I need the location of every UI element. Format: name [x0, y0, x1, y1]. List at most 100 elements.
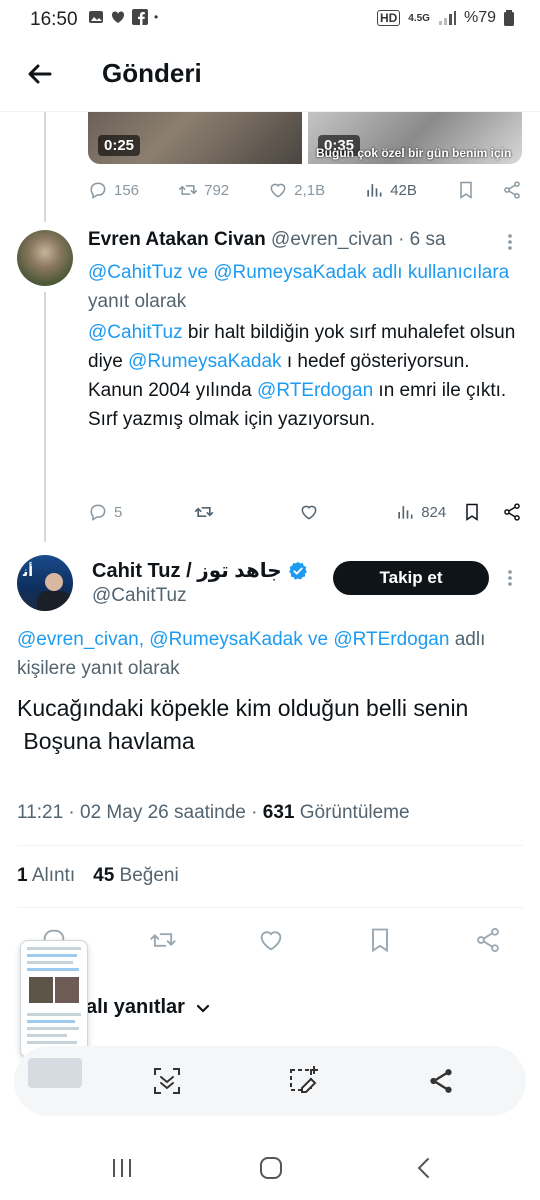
- retweet-icon: [179, 185, 198, 195]
- screenshot-toolbar: [14, 1046, 526, 1116]
- reply-count: 5: [114, 503, 123, 521]
- status-time: 16:50: [30, 9, 78, 30]
- views-count: 42B: [390, 181, 417, 199]
- reply-button[interactable]: 5: [88, 502, 178, 522]
- bookmark-icon: [460, 181, 472, 199]
- more-options-icon[interactable]: [504, 568, 516, 588]
- retweet-button[interactable]: 792: [178, 180, 229, 200]
- reply-icon: [90, 182, 106, 199]
- recent-apps-icon[interactable]: [110, 1156, 134, 1180]
- handle[interactable]: @CahitTuz: [92, 585, 187, 607]
- tweet-text: Sırf yazmış olmak için yazıyorsun.: [88, 409, 376, 430]
- facebook-icon: [132, 9, 148, 25]
- thread-line-reply: [44, 292, 46, 542]
- mention-link[interactable]: @RumeysaKadak: [128, 351, 281, 372]
- quote-label: Alıntı: [31, 865, 76, 886]
- replies-sort-label: alı yanıtlar: [86, 996, 185, 1018]
- bookmark-button[interactable]: [462, 502, 522, 522]
- like-button[interactable]: [299, 502, 379, 522]
- tweet-text: Kanun 2004 yılında: [88, 380, 252, 401]
- like-count: 2,1B: [294, 181, 326, 199]
- bookmark-icon: [466, 503, 478, 521]
- edit-crop-icon[interactable]: [288, 1064, 322, 1096]
- heart-icon[interactable]: [257, 926, 285, 954]
- follow-button[interactable]: Takip et: [333, 561, 489, 595]
- signal-icon: [438, 11, 456, 25]
- quote-stat[interactable]: 1 Alıntı: [17, 865, 75, 887]
- reply-tweet-header: Evren Atakan Civan @evren_civan · 6 sa: [88, 229, 528, 251]
- like-count: 45: [93, 865, 115, 886]
- mention-links[interactable]: @evren_civan, @RumeysaKadak ve @RTErdoga…: [17, 629, 449, 650]
- tweet-paragraph: @CahitTuz bir halt bildiğin yok sırf muh…: [88, 318, 520, 376]
- main-reply-context: @evren_civan, @RumeysaKadak ve @RTErdoga…: [17, 625, 527, 683]
- notification-icons: •: [88, 9, 158, 25]
- view-label: Görüntüleme: [299, 802, 410, 823]
- main-tweet-actions: [40, 926, 502, 954]
- avatar[interactable]: ﺃﻧ: [17, 555, 73, 611]
- retweet-icon: [194, 507, 213, 517]
- reply-count: 156: [114, 181, 140, 199]
- main-tweet-body: Kucağındaki köpekle kim olduğun belli se…: [17, 692, 507, 758]
- mention-link[interactable]: @CahitTuz: [88, 322, 183, 343]
- mention-link[interactable]: @CahitTuz: [88, 262, 183, 283]
- divider: [17, 845, 523, 846]
- reply-button[interactable]: 156: [88, 180, 139, 200]
- scroll-capture-icon[interactable]: [152, 1066, 182, 1096]
- time-ago: · 6 sa: [398, 229, 446, 250]
- bookmark-button[interactable]: [456, 180, 522, 200]
- handle[interactable]: @evren_civan: [271, 229, 393, 250]
- top-tweet-actions: 156 792 2,1B 42B: [88, 180, 522, 200]
- more-dot-icon: •: [154, 10, 159, 24]
- battery-icon: [504, 10, 514, 26]
- screenshot-preview-thumbnail[interactable]: [20, 940, 88, 1058]
- reply-tweet-body: @CahitTuz bir halt bildiğin yok sırf muh…: [88, 318, 520, 434]
- avatar[interactable]: [17, 230, 73, 286]
- preview-line: [27, 1013, 81, 1016]
- chevron-down-icon: [196, 1004, 210, 1013]
- views-button[interactable]: 824: [395, 502, 446, 522]
- tweet-paragraph: Kanun 2004 yılında @RTErdogan ın emri il…: [88, 376, 520, 405]
- page-title: Gönderi: [102, 58, 202, 88]
- replies-sort-header[interactable]: alı yanıtlar: [86, 996, 211, 1019]
- more-options-icon[interactable]: [504, 232, 516, 252]
- reply-context: @CahitTuz ve @RumeysaKadak adlı kullanıc…: [88, 258, 518, 316]
- share-icon[interactable]: [502, 502, 522, 522]
- like-label: Beğeni: [119, 865, 179, 886]
- thread-line-top: [44, 112, 46, 222]
- gallery-icon: [89, 11, 103, 23]
- avatar-person: [45, 573, 63, 591]
- preview-line: [27, 961, 73, 964]
- display-name[interactable]: Evren Atakan Civan: [88, 229, 266, 250]
- share-icon[interactable]: [426, 1066, 456, 1096]
- retweet-button[interactable]: [194, 502, 284, 522]
- tweet-text: Kucağındaki köpekle kim olduğun belli se…: [17, 695, 469, 721]
- preview-line: [27, 1020, 75, 1023]
- view-count: 631: [262, 802, 295, 823]
- main-tweet-author[interactable]: Cahit Tuz / جاهد توز: [92, 558, 308, 583]
- like-stat[interactable]: 45 Beğeni: [93, 865, 179, 887]
- retweet-count: 792: [204, 181, 230, 199]
- tweet-text: ın emri ile çıktı.: [378, 380, 507, 401]
- share-icon[interactable]: [502, 180, 522, 200]
- home-icon[interactable]: [259, 1156, 283, 1180]
- reply-icon: [90, 504, 106, 521]
- views-button[interactable]: 42B: [364, 180, 417, 200]
- status-bar: 16:50 • HD 4.5G %79: [0, 0, 540, 40]
- bookmark-icon[interactable]: [366, 926, 394, 954]
- retweet-icon[interactable]: [149, 926, 177, 954]
- mention-link[interactable]: @RumeysaKadak adlı kullanıcılara: [213, 262, 509, 283]
- share-icon[interactable]: [474, 926, 502, 954]
- back-arrow-icon[interactable]: [24, 58, 56, 90]
- tweet-text: Boşuna havlama: [17, 728, 195, 754]
- back-icon[interactable]: [412, 1156, 436, 1180]
- video-thumbnail-2[interactable]: 0:35 Bugün çok özel bir gün benim için: [308, 112, 522, 164]
- display-name: Cahit Tuz / جاهد توز: [92, 560, 282, 582]
- video-thumbnail-1[interactable]: 0:25: [88, 112, 302, 164]
- timestamp[interactable]: 11:21 · 02 May 26 saatinde ·: [17, 802, 257, 823]
- mention-link[interactable]: @RTErdogan: [257, 380, 373, 401]
- heart-notification-icon: [111, 11, 125, 23]
- heart-icon: [302, 505, 317, 520]
- views-count: 824: [421, 503, 447, 521]
- like-button[interactable]: 2,1B: [268, 180, 325, 200]
- avatar-logo-glyph: ﺃﻧ: [23, 563, 34, 579]
